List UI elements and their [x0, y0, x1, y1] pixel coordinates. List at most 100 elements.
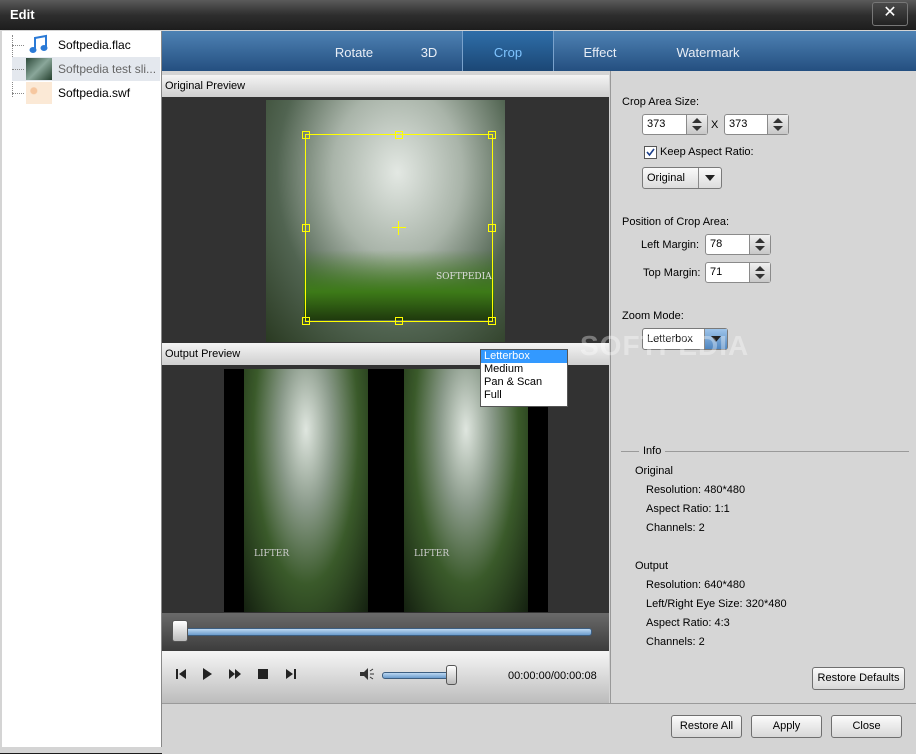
keep-aspect-checkbox[interactable] — [644, 146, 657, 159]
seek-bar-area — [162, 613, 609, 651]
top-margin-value: 71 — [710, 266, 723, 278]
crop-handle[interactable] — [302, 317, 310, 325]
crop-handle[interactable] — [302, 131, 310, 139]
left-margin-label: Left Margin: — [641, 239, 700, 251]
position-label: Position of Crop Area: — [622, 216, 730, 228]
stepper-arrows-icon[interactable] — [686, 115, 707, 134]
info-output-resolution: Resolution: 640*480 — [646, 579, 746, 591]
crop-settings-panel: Crop Area Size: 373 X 373 Keep Aspect Ra… — [610, 71, 916, 703]
edit-window: Edit ✕ Softpedia.flac Softpedia test sli… — [0, 0, 916, 754]
stepper-arrows-icon[interactable] — [749, 263, 770, 282]
file-name: Softpedia.flac — [58, 38, 131, 52]
aspect-ratio-value: Original — [647, 172, 685, 184]
output-right-text: LIFTER — [414, 549, 450, 559]
file-item-flac[interactable]: Softpedia.flac — [12, 33, 160, 57]
info-output-title: Output — [635, 560, 669, 572]
size-separator: X — [711, 119, 719, 131]
volume-track[interactable] — [382, 672, 456, 679]
window-title: Edit — [10, 7, 35, 22]
output-left-eye: LIFTER — [224, 369, 386, 612]
crop-width-stepper[interactable]: 373 — [642, 114, 708, 135]
info-title: Info — [643, 445, 662, 457]
info-original-title: Original — [635, 465, 673, 477]
tree-branch — [12, 93, 24, 94]
file-item-video[interactable]: Softpedia test sli... — [12, 57, 160, 81]
crop-width-value: 373 — [647, 118, 666, 130]
crop-height-value: 373 — [729, 118, 748, 130]
top-margin-label: Top Margin: — [643, 267, 701, 279]
tree-branch — [12, 69, 24, 70]
info-original-channels: Channels: 2 — [646, 522, 705, 534]
checkmark-icon — [646, 148, 655, 157]
chevron-down-icon[interactable] — [698, 168, 721, 188]
music-note-icon — [26, 34, 52, 56]
left-margin-value: 78 — [710, 238, 723, 250]
video-thumbnail-icon — [26, 58, 52, 80]
window-close-button[interactable]: ✕ — [872, 2, 908, 26]
play-icon[interactable] — [198, 665, 216, 683]
crop-handle[interactable] — [302, 224, 310, 232]
crop-box[interactable] — [302, 131, 496, 325]
file-item-swf[interactable]: Softpedia.swf — [12, 81, 160, 105]
apply-button[interactable]: Apply — [751, 715, 822, 738]
original-preview: SOFTPEDIA — [162, 97, 609, 343]
tab-3d[interactable]: 3D — [394, 31, 464, 71]
tab-watermark[interactable]: Watermark — [658, 31, 758, 71]
playback-controls: 00:00:00/00:00:08 — [162, 651, 609, 703]
info-output-aspect: Aspect Ratio: 4:3 — [646, 617, 730, 629]
skip-forward-icon[interactable] — [282, 665, 300, 683]
info-output-channels: Channels: 2 — [646, 636, 705, 648]
seek-track[interactable] — [176, 628, 592, 636]
crop-handle[interactable] — [488, 224, 496, 232]
info-group: Info — [621, 445, 909, 457]
tab-effect[interactable]: Effect — [560, 31, 640, 71]
skip-back-icon[interactable] — [172, 665, 190, 683]
seek-handle[interactable] — [172, 620, 188, 642]
crop-center-crosshair — [398, 221, 399, 235]
fast-forward-icon[interactable] — [226, 665, 244, 683]
crop-handle[interactable] — [395, 131, 403, 139]
file-list: Softpedia.flac Softpedia test sli... Sof… — [2, 31, 162, 747]
crop-handle[interactable] — [488, 131, 496, 139]
crop-center-crosshair — [392, 227, 406, 228]
dialog-footer: Restore All Apply Close — [162, 703, 916, 754]
stepper-arrows-icon[interactable] — [767, 115, 788, 134]
top-margin-stepper[interactable]: 71 — [705, 262, 771, 283]
crop-height-stepper[interactable]: 373 — [724, 114, 789, 135]
zoom-mode-dropdown-list: Letterbox Medium Pan & Scan Full — [480, 349, 568, 407]
crop-handle[interactable] — [395, 317, 403, 325]
keep-aspect-label: Keep Aspect Ratio: — [660, 146, 754, 158]
zoom-option-medium[interactable]: Medium — [481, 363, 567, 376]
tab-rotate[interactable]: Rotate — [317, 31, 391, 71]
tree-branch — [12, 45, 24, 46]
zoom-mode-label: Zoom Mode: — [622, 310, 684, 322]
file-name: Softpedia test sli... — [58, 62, 157, 76]
output-left-image: LIFTER — [244, 369, 368, 612]
left-margin-stepper[interactable]: 78 — [705, 234, 771, 255]
file-name: Softpedia.swf — [58, 86, 131, 100]
restore-defaults-button[interactable]: Restore Defaults — [812, 667, 905, 690]
flash-thumbnail-icon — [26, 82, 52, 104]
softpedia-watermark: SOFTPEDIA — [580, 330, 750, 361]
tab-bar: Rotate 3D Crop Effect Watermark — [162, 31, 916, 71]
restore-all-button[interactable]: Restore All — [671, 715, 742, 738]
output-left-text: LIFTER — [254, 549, 290, 559]
zoom-option-pan-scan[interactable]: Pan & Scan — [481, 376, 567, 389]
info-original-aspect: Aspect Ratio: 1:1 — [646, 503, 730, 515]
stepper-arrows-icon[interactable] — [749, 235, 770, 254]
crop-handle[interactable] — [488, 317, 496, 325]
stop-icon[interactable] — [254, 665, 272, 683]
volume-icon[interactable] — [358, 665, 376, 683]
time-display: 00:00:00/00:00:08 — [508, 670, 597, 682]
close-button[interactable]: Close — [831, 715, 902, 738]
info-output-eye-size: Left/Right Eye Size: 320*480 — [646, 598, 787, 610]
zoom-option-letterbox[interactable]: Letterbox — [481, 350, 567, 363]
title-bar: Edit ✕ — [0, 0, 916, 30]
info-original-resolution: Resolution: 480*480 — [646, 484, 746, 496]
aspect-ratio-select[interactable]: Original — [642, 167, 722, 189]
zoom-option-full[interactable]: Full — [481, 389, 567, 402]
volume-handle[interactable] — [446, 665, 457, 685]
original-preview-header: Original Preview — [162, 75, 609, 97]
tab-crop[interactable]: Crop — [462, 31, 554, 71]
crop-area-size-label: Crop Area Size: — [622, 96, 700, 108]
